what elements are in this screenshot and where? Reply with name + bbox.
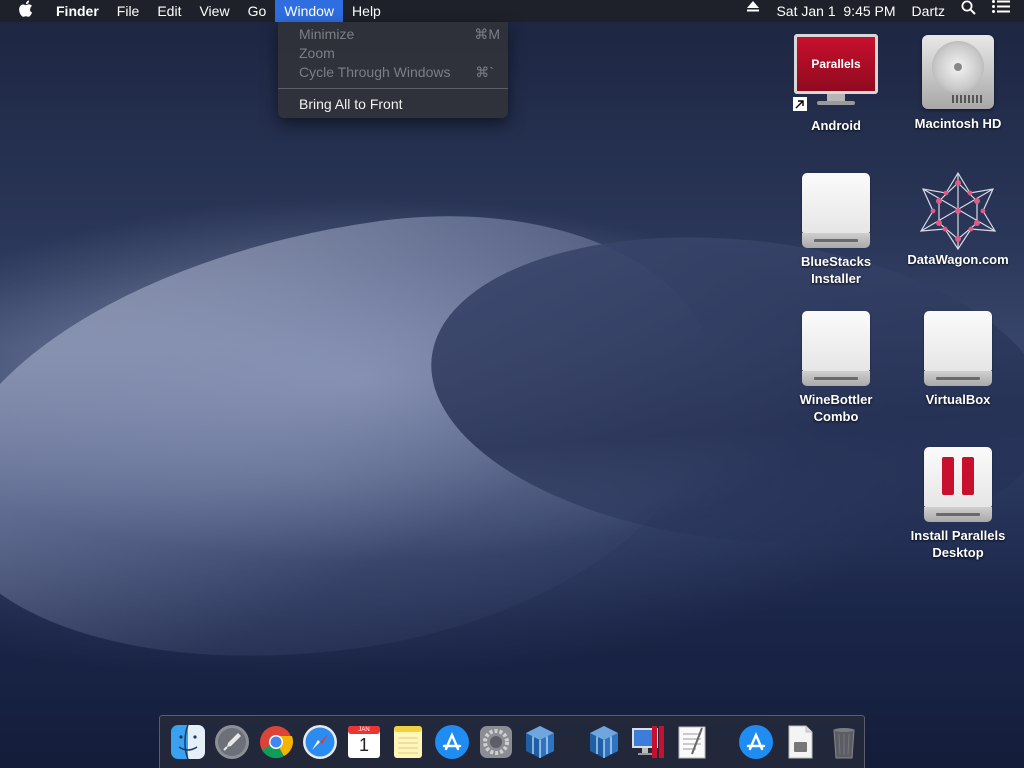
desktop-icon-label: Install Parallels Desktop	[910, 528, 1006, 560]
datawagon-icon	[915, 171, 1001, 251]
menu-edit[interactable]: Edit	[148, 0, 190, 22]
menu-file[interactable]: File	[108, 0, 149, 22]
dock-recent-virtualbox-icon[interactable]	[586, 724, 622, 760]
menu-item-minimize[interactable]: Minimize ⌘M	[278, 25, 508, 44]
menu-finder[interactable]: Finder	[47, 0, 108, 22]
menu-view[interactable]: View	[190, 0, 238, 22]
menu-item-cycle-windows[interactable]: Cycle Through Windows ⌘`	[278, 63, 508, 82]
dock-textedit-icon[interactable]	[674, 724, 710, 760]
window-menu-dropdown: Minimize ⌘M Zoom Cycle Through Windows ⌘…	[278, 22, 508, 118]
menu-item-zoom[interactable]: Zoom	[278, 44, 508, 63]
desktop-icon-macintosh-hd[interactable]: Macintosh HD	[903, 33, 1013, 132]
dock-calendar-icon[interactable]: JAN 1	[346, 724, 382, 760]
desktop-icon-label: Macintosh HD	[914, 116, 1002, 131]
desktop-icon-virtualbox[interactable]: VirtualBox	[903, 311, 1013, 408]
dock-system-preferences-icon[interactable]	[478, 724, 514, 760]
disk-image-icon	[802, 173, 870, 249]
dock-parallels-desktop-icon[interactable]	[630, 724, 666, 760]
desktop-icon-label: WineBottler Combo	[799, 392, 873, 424]
desktop-icon-label: DataWagon.com	[907, 252, 1009, 267]
dock-launchpad-icon[interactable]	[214, 724, 250, 760]
menu-item-bring-all-to-front[interactable]: Bring All to Front	[278, 93, 508, 115]
calendar-month: JAN	[358, 727, 370, 733]
calendar-date: 1	[358, 735, 369, 755]
desktop-icon-install-parallels[interactable]: Install Parallels Desktop	[903, 447, 1013, 561]
dock-virtualbox-icon[interactable]	[522, 724, 558, 760]
desktop-icon-label: Android	[811, 118, 861, 133]
desktop-icon-label: VirtualBox	[925, 392, 991, 407]
user-name[interactable]: Dartz	[904, 0, 953, 22]
desktop-icon-winebottler-combo[interactable]: WineBottler Combo	[781, 311, 891, 425]
desktop-icon-android[interactable]: Parallels Android	[781, 33, 891, 134]
parallels-installer-icon	[924, 447, 992, 523]
eject-icon[interactable]	[738, 0, 768, 22]
menu-item-label: Cycle Through Windows	[299, 64, 451, 80]
disk-image-icon	[924, 311, 992, 387]
menu-help[interactable]: Help	[343, 0, 390, 22]
menu-item-label: Bring All to Front	[299, 96, 403, 112]
notification-center-icon[interactable]	[984, 0, 1024, 22]
clock[interactable]: Sat Jan 1 9:45 PM	[768, 0, 903, 22]
disk-image-icon	[802, 311, 870, 387]
menu-go[interactable]: Go	[239, 0, 276, 22]
menu-window[interactable]: Window	[275, 0, 344, 22]
menu-item-shortcut: ⌘`	[475, 64, 494, 80]
hard-drive-icon	[922, 33, 994, 111]
dock-chrome-icon[interactable]	[258, 724, 294, 760]
parallels-vm-icon: Parallels	[793, 33, 879, 113]
dock: JAN 1	[159, 715, 865, 768]
menu-separator	[278, 88, 508, 89]
desktop-icon-bluestacks-installer[interactable]: BlueStacks Installer	[781, 173, 891, 287]
menu-bar: Finder File Edit View Go Window Help Sat…	[0, 0, 1024, 22]
dock-safari-icon[interactable]	[302, 724, 338, 760]
dock-trash-icon[interactable]	[826, 724, 862, 760]
dock-finder-icon[interactable]	[170, 724, 206, 760]
parallels-screen-text: Parallels	[811, 57, 861, 71]
dock-app-store-icon[interactable]	[434, 724, 470, 760]
menu-item-label: Minimize	[299, 26, 355, 42]
dock-downloads-app-store-icon[interactable]	[738, 724, 774, 760]
dock-notes-icon[interactable]	[390, 724, 426, 760]
dock-documents-stack-icon[interactable]	[782, 724, 818, 760]
menu-item-label: Zoom	[299, 45, 335, 61]
menu-item-shortcut: ⌘M	[474, 26, 500, 42]
spotlight-search-icon[interactable]	[953, 0, 984, 22]
desktop-icon-datawagon[interactable]: DataWagon.com	[903, 171, 1013, 268]
desktop-icon-label: BlueStacks Installer	[800, 254, 872, 286]
apple-logo-icon[interactable]	[0, 0, 47, 22]
